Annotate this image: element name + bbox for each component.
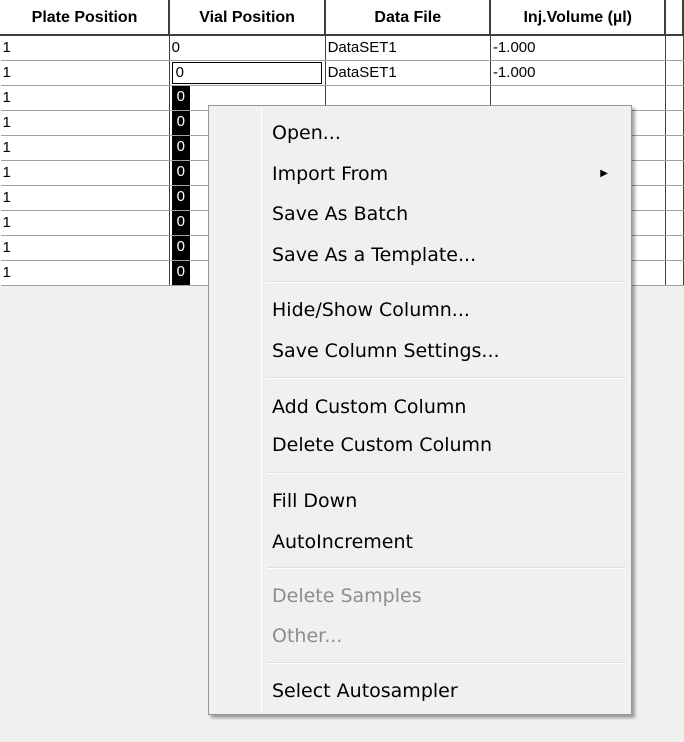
cell-plate-position[interactable]: 1	[0, 110, 170, 136]
cell-plate-position[interactable]: 1	[0, 60, 170, 86]
cell-inj-volume[interactable]: -1.000	[490, 60, 666, 86]
cell-next[interactable]	[665, 185, 684, 211]
table-row[interactable]: 1 0 DataSET1 -1.000	[0, 60, 684, 86]
submenu-arrow-icon: ▶	[600, 168, 608, 179]
menu-item-save-column-settings[interactable]: Save Column Settings...	[212, 333, 628, 369]
cell-next[interactable]	[665, 85, 684, 111]
cell-plate-position[interactable]: 1	[0, 235, 170, 261]
cell-vial-position[interactable]: 0	[169, 35, 326, 61]
column-header-data-file[interactable]: Data File	[324, 0, 492, 36]
menu-item-label: Import From	[272, 163, 389, 185]
column-header-plate-position[interactable]: Plate Position	[0, 0, 171, 36]
selected-value: 0	[171, 85, 190, 110]
menu-item-save-as-template[interactable]: Save As a Template...	[212, 237, 628, 273]
cell-plate-position[interactable]: 1	[0, 35, 170, 61]
menu-item-delete-samples: Delete Samples	[272, 585, 422, 607]
menu-separator	[267, 377, 625, 379]
selected-value: 0	[171, 210, 190, 235]
menu-item-add-custom-column[interactable]: Add Custom Column	[212, 389, 628, 425]
selected-value: 0	[171, 135, 190, 160]
column-header-vial-position[interactable]: Vial Position	[168, 0, 327, 36]
cell-plate-position[interactable]: 1	[0, 85, 170, 111]
cell-next[interactable]	[665, 235, 684, 261]
menu-item-open[interactable]: Open...	[212, 115, 628, 151]
menu-item-fill-down[interactable]: Fill Down	[212, 483, 628, 519]
selected-value: 0	[171, 185, 190, 210]
cell-next[interactable]	[665, 160, 684, 186]
menu-separator	[267, 567, 625, 569]
cell-plate-position[interactable]: 1	[0, 185, 170, 211]
cell-plate-position[interactable]: 1	[0, 260, 170, 286]
selected-value: 0	[171, 110, 190, 135]
cell-next[interactable]	[665, 35, 684, 61]
menu-separator	[267, 472, 625, 474]
cell-editor[interactable]: 0	[171, 61, 322, 84]
table-row[interactable]: 1 0 DataSET1 -1.000	[0, 35, 684, 61]
selected-value: 0	[171, 235, 190, 260]
cell-plate-position[interactable]: 1	[0, 210, 170, 236]
menu-item-hide-show-column[interactable]: Hide/Show Column...	[212, 292, 628, 328]
selected-value: 0	[171, 160, 190, 185]
menu-item-autoincrement[interactable]: AutoIncrement	[212, 524, 628, 560]
grid-header-row: Plate Position Vial Position Data File I…	[0, 0, 684, 36]
cell-vial-position-focused[interactable]: 0	[169, 60, 326, 86]
cell-plate-position[interactable]: 1	[0, 160, 170, 186]
cell-next[interactable]	[665, 210, 684, 236]
menu-item-other: Other...	[272, 625, 343, 647]
cell-next[interactable]	[665, 260, 684, 286]
column-header-next[interactable]	[664, 0, 684, 36]
cell-data-file[interactable]: DataSET1	[325, 60, 491, 86]
cell-inj-volume[interactable]: -1.000	[490, 35, 666, 61]
column-header-inj-volume[interactable]: Inj.Volume (µl)	[489, 0, 667, 36]
cell-next[interactable]	[665, 110, 684, 136]
cell-next[interactable]	[665, 135, 684, 161]
cell-data-file[interactable]: DataSET1	[325, 35, 491, 61]
menu-separator	[267, 281, 625, 283]
menu-separator	[267, 662, 625, 664]
cell-plate-position[interactable]: 1	[0, 135, 170, 161]
cell-next[interactable]	[665, 60, 684, 86]
menu-item-import-from[interactable]: Import From ▶	[212, 156, 628, 192]
selected-value: 0	[171, 260, 190, 285]
menu-item-save-as-batch[interactable]: Save As Batch	[212, 196, 628, 232]
menu-item-select-autosampler[interactable]: Select Autosampler	[212, 673, 628, 709]
menu-item-delete-custom-column[interactable]: Delete Custom Column	[212, 427, 628, 463]
context-menu: Open... Import From ▶ Save As Batch Save…	[208, 105, 632, 715]
